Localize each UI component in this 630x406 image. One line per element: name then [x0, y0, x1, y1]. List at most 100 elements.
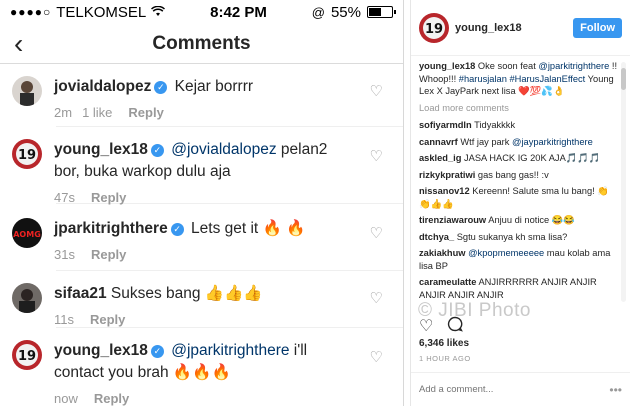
comment-row: AOMG jparkitrighthere ✓ Lets get it 🔥 🔥 3…: [0, 204, 403, 270]
verified-badge-icon: ✓: [150, 345, 164, 358]
heart-icon[interactable]: ♡: [370, 224, 383, 242]
verified-badge-icon: ✓: [150, 144, 164, 157]
post-caption: young_lex18 Oke soon feat @jparkitrighth…: [419, 60, 618, 98]
reply-button[interactable]: Reply: [91, 247, 126, 262]
comment-time: 31s: [54, 247, 75, 262]
feed-comment: nissanov12 Kereenn! Salute sma lu bang! …: [419, 185, 618, 210]
comment-row: jovialdalopez ✓ Kejar borrrr 2m 1 like Repl…: [0, 64, 403, 126]
feed-text: Tidyakkkk: [471, 120, 516, 130]
feed-username[interactable]: rizkykpratiwi: [419, 170, 475, 180]
feed-text: Wtf jay park: [457, 136, 513, 147]
hashtag-link[interactable]: #HarusJalanEffect: [509, 74, 585, 84]
post-username[interactable]: young_lex18: [455, 22, 573, 34]
comment-username[interactable]: jparkitrighthere: [54, 220, 168, 237]
mobile-comments-screen: ●●●●○ TELKOMSEL 8:42 PM @ 55% ‹ Comments…: [0, 0, 404, 406]
more-options-icon[interactable]: •••: [609, 383, 622, 397]
avatar[interactable]: 19: [12, 340, 42, 370]
feed-text: Anjuu di notice 😂😂: [486, 215, 575, 225]
verified-badge-icon: ✓: [170, 223, 184, 236]
avatar[interactable]: AOMG: [12, 218, 42, 248]
comment-username[interactable]: jovialdalopez: [54, 78, 151, 95]
comment-text: Sukses bang 👍👍👍: [110, 285, 263, 302]
avatar[interactable]: 19: [419, 12, 449, 43]
feed-username[interactable]: zakiakhuw: [419, 248, 466, 258]
feed-comment: dtchya_ Sgtu sukanya kh sma lisa?: [419, 231, 618, 244]
reply-button[interactable]: Reply: [128, 105, 163, 120]
rotation-lock-icon: @: [311, 4, 325, 20]
clock: 8:42 PM: [210, 3, 267, 21]
feed-username[interactable]: askled_ig: [419, 153, 461, 163]
heart-icon[interactable]: ♡: [370, 147, 383, 165]
carrier-name: TELKOMSEL: [56, 3, 147, 21]
reply-button[interactable]: Reply: [90, 312, 125, 327]
heart-icon[interactable]: ♡: [370, 82, 383, 100]
feed-comment: askled_ig JASA HACK IG 20K AJA🎵🎵🎵: [419, 152, 618, 165]
comment-text: Kejar borrrr: [174, 78, 254, 95]
post-header: 19 young_lex18 Follow: [411, 0, 630, 56]
scrollbar-thumb[interactable]: [621, 68, 626, 90]
reply-button[interactable]: Reply: [91, 190, 126, 205]
feed-username[interactable]: sofiyarmdln: [419, 120, 472, 130]
feed-mention[interactable]: @jayparkitrighthere: [512, 137, 593, 147]
comment-username[interactable]: sifaa21: [54, 285, 107, 302]
heart-icon[interactable]: ♡: [370, 348, 383, 366]
back-chevron-icon[interactable]: ‹: [14, 30, 23, 58]
comments-scrollbar[interactable]: [621, 62, 626, 302]
feed-text: Sgtu sukanya kh sma lisa?: [454, 231, 568, 242]
avatar[interactable]: [12, 283, 42, 313]
feed-username[interactable]: dtchya_: [419, 232, 454, 242]
add-comment-input[interactable]: [419, 384, 610, 395]
post-timestamp: 1 HOUR AGO: [419, 354, 471, 363]
load-more-comments-link[interactable]: Load more comments: [419, 102, 618, 115]
feed-username[interactable]: cannavrf: [419, 137, 458, 147]
feed-comment: zakiakhuw @kpopmemeeeee mau kolab ama li…: [419, 247, 618, 272]
likes-count[interactable]: 6,346 likes: [419, 338, 469, 349]
comment-time: 47s: [54, 190, 75, 205]
add-comment-bar: •••: [411, 372, 630, 406]
comment-text: Lets get it 🔥 🔥: [191, 220, 306, 237]
caption-username[interactable]: young_lex18: [419, 61, 475, 71]
battery-icon: [367, 6, 396, 18]
nav-bar: ‹ Comments: [0, 24, 403, 64]
feed-comment: cannavrf Wtf jay park @jayparkitrighther…: [419, 136, 618, 149]
svg-text:AOMG: AOMG: [13, 230, 41, 239]
comment-row: sifaa21 Sukses bang 👍👍👍 11s Reply ♡: [0, 271, 403, 327]
avatar[interactable]: 19: [12, 139, 42, 169]
post-comments-feed: young_lex18 Oke soon feat @jparkitrighth…: [419, 60, 618, 310]
comment-row: 19 young_lex18 ✓ @jparkitrighthere i'll c…: [0, 328, 403, 406]
feed-username[interactable]: tirenziawarouw: [419, 215, 486, 225]
feed-comment: sofiyarmdln Tidyakkkk: [419, 119, 618, 132]
comment-time: 2m: [54, 105, 73, 120]
signal-dots-icon: ●●●●○: [10, 5, 52, 19]
comment-likes[interactable]: 1 like: [82, 105, 112, 120]
comment-mention[interactable]: @jparkitrighthere: [171, 342, 289, 359]
heart-icon[interactable]: ♡: [370, 289, 383, 307]
svg-text:19: 19: [18, 349, 36, 364]
status-bar: ●●●●○ TELKOMSEL 8:42 PM @ 55%: [0, 0, 403, 24]
feed-comment: rizkykpratiwi gas bang gas!! :v: [419, 169, 618, 182]
comment-mention[interactable]: @jovialdalopez: [171, 141, 276, 158]
hashtag-link[interactable]: #harusjalan: [459, 74, 507, 84]
feed-comment: tirenziawarouw Anjuu di notice 😂😂: [419, 214, 618, 227]
comment-row: 19 young_lex18 ✓ @jovialdalopez pelan2 bo…: [0, 127, 403, 205]
page-title: Comments: [152, 32, 251, 54]
comment-time: now: [54, 391, 78, 406]
watermark: © JIBI Photo: [418, 300, 531, 321]
reply-button[interactable]: Reply: [94, 391, 129, 406]
feed-comment: carameulatte ANJIRRRRRR ANJIR ANJIR ANJI…: [419, 276, 618, 301]
feed-username[interactable]: carameulatte: [419, 277, 476, 287]
feed-mention[interactable]: @kpopmemeeeee: [468, 248, 544, 258]
feed-username[interactable]: nissanov12: [419, 186, 470, 196]
caption-text: Oke soon feat: [475, 61, 536, 71]
feed-text: JASA HACK IG 20K AJA🎵🎵🎵: [461, 153, 601, 163]
svg-text:19: 19: [18, 148, 36, 163]
battery-percent: 55%: [330, 3, 361, 21]
follow-button[interactable]: Follow: [573, 17, 622, 38]
avatar[interactable]: [12, 76, 42, 106]
caption-mention[interactable]: @jparkitrighthere: [538, 61, 609, 71]
wifi-icon: [151, 4, 166, 21]
svg-text:19: 19: [425, 22, 443, 37]
web-post-panel: 19 young_lex18 Follow young_lex18 Oke so…: [410, 0, 630, 406]
comment-username[interactable]: young_lex18: [54, 141, 148, 158]
comment-username[interactable]: young_lex18: [54, 342, 148, 359]
